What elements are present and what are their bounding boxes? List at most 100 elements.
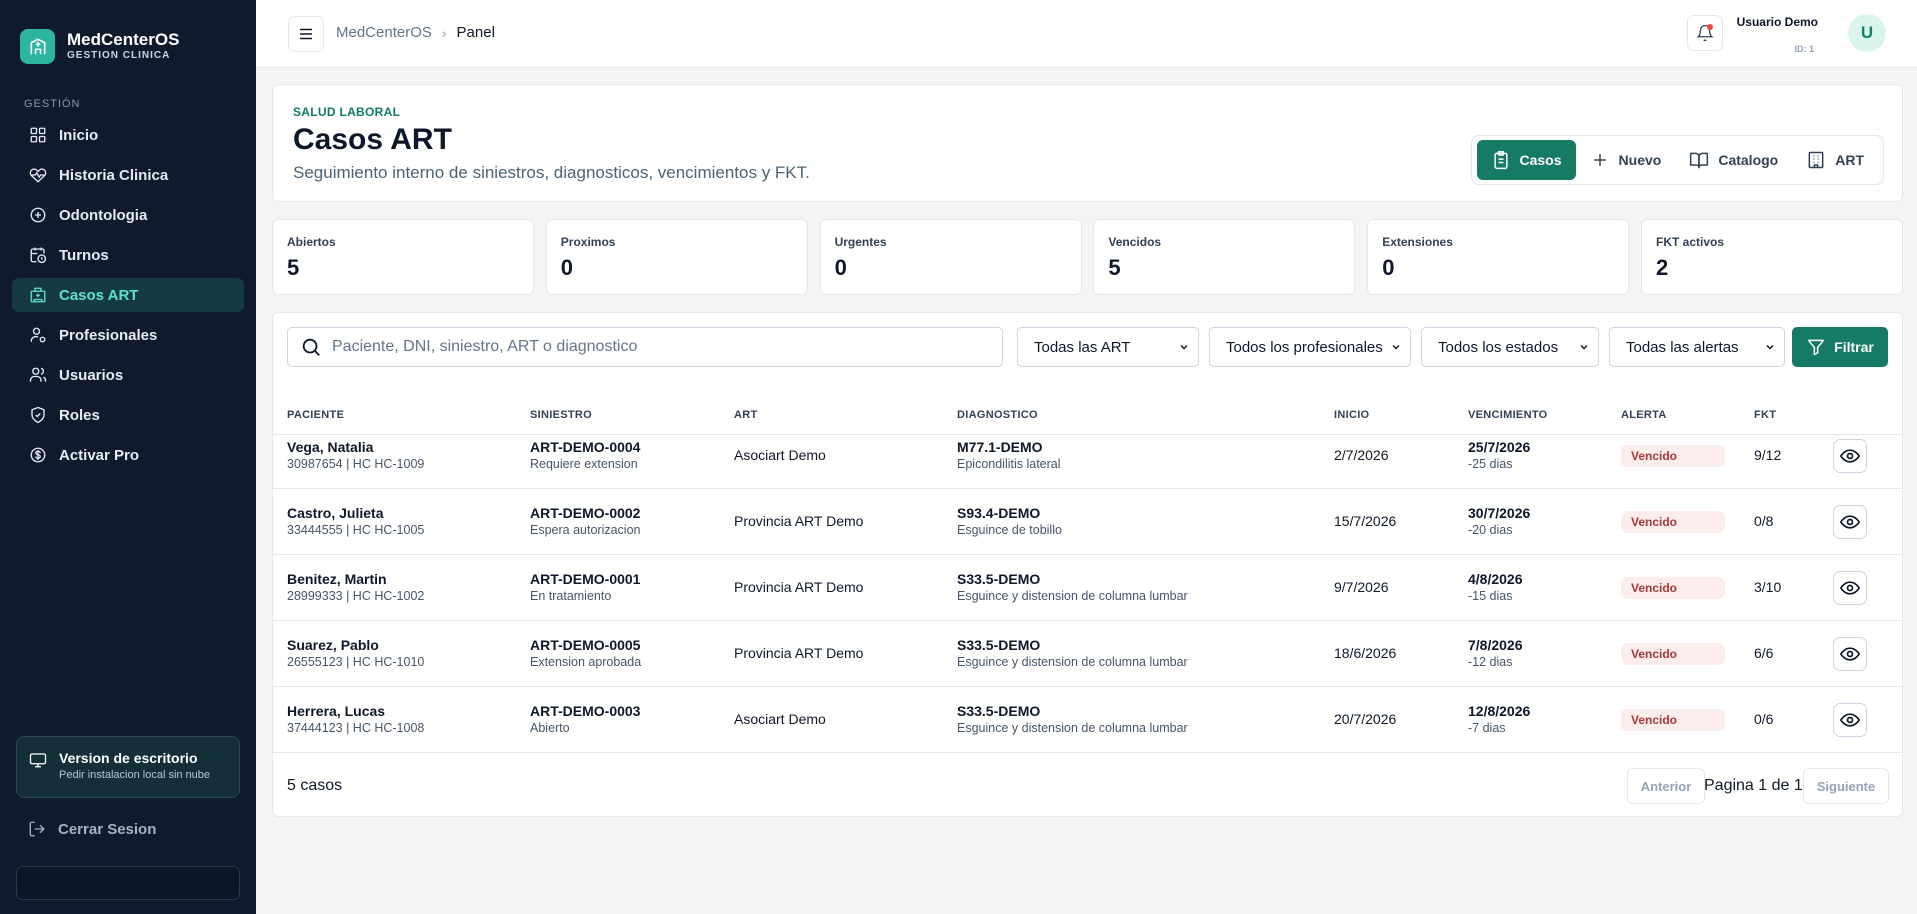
stat-label: Abiertos — [287, 235, 336, 249]
sidebar-item-label: Roles — [59, 406, 100, 424]
paciente-meta: 37444123 | HC HC-1008 — [287, 721, 425, 735]
th-inicio: INICIO — [1334, 409, 1370, 421]
sidebar-item-label: Profesionales — [59, 326, 158, 344]
case-count: 5 casos — [287, 777, 343, 794]
view-case-button[interactable] — [1833, 571, 1867, 605]
sidebar-item-odontologia[interactable]: Odontologia — [12, 198, 244, 232]
alerta-filter-select[interactable]: Todas las alertas — [1609, 327, 1785, 367]
logout-icon — [29, 821, 45, 837]
vencimiento-date: 4/8/2026 — [1468, 571, 1523, 587]
fkt-progress: 0/6 — [1754, 711, 1774, 727]
chevron-right-icon: › — [441, 24, 447, 41]
sidebar-item-inicio[interactable]: Inicio — [12, 118, 244, 152]
th-diagnostico: DIAGNOSTICO — [957, 409, 1038, 421]
sidebar-item-usuarios[interactable]: Usuarios — [12, 358, 244, 392]
prev-page-button[interactable]: Anterior — [1627, 768, 1705, 804]
status-badge: Vencido — [1621, 445, 1725, 467]
profesional-filter-value: Todos los profesionales — [1226, 338, 1383, 356]
inicio-date: 18/6/2026 — [1334, 645, 1397, 661]
siniestro-code: ART-DEMO-0003 — [530, 703, 641, 719]
table-row[interactable]: Castro, Julieta 33444555 | HC HC-1005 AR… — [273, 489, 1902, 555]
table-row[interactable]: Benitez, Martin 28999333 | HC HC-1002 AR… — [273, 555, 1902, 621]
sidebar-item-historia-clinica[interactable]: Historia Clinica — [12, 158, 244, 192]
search-input[interactable] — [332, 338, 972, 356]
stat-card-vencidos: Vencidos 5 — [1093, 219, 1356, 295]
table-row[interactable]: Herrera, Lucas 37444123 | HC HC-1008 ART… — [273, 687, 1902, 753]
tab-art[interactable]: ART — [1792, 140, 1878, 180]
profesional-filter-select[interactable]: Todos los profesionales — [1209, 327, 1411, 367]
view-case-button[interactable] — [1833, 439, 1867, 473]
filter-button-label: Filtrar — [1834, 339, 1874, 355]
art-name: Asociart Demo — [734, 447, 826, 463]
siniestro-status: Abierto — [530, 721, 570, 735]
chevron-down-icon — [1392, 344, 1400, 350]
tab-catalogo[interactable]: Catalogo — [1675, 140, 1792, 180]
diagnostico-desc: Epicondilitis lateral — [957, 457, 1061, 471]
tab-nuevo[interactable]: Nuevo — [1576, 140, 1676, 180]
stat-card-proximos: Proximos 0 — [545, 219, 808, 295]
siniestro-code: ART-DEMO-0001 — [530, 571, 641, 587]
eye-icon — [1840, 449, 1860, 463]
desktop-version-card[interactable]: Version de escritorio Pedir instalacion … — [16, 736, 240, 798]
filter-button[interactable]: Filtrar — [1792, 327, 1888, 367]
grid-icon — [30, 127, 46, 143]
status-badge: Vencido — [1621, 511, 1725, 533]
tab-casos[interactable]: Casos — [1476, 140, 1576, 180]
monitor-icon — [29, 753, 47, 768]
sidebar-item-casos-art[interactable]: Casos ART — [12, 278, 244, 312]
breadcrumb-root[interactable]: MedCenterOS — [336, 24, 432, 41]
sidebar-item-roles[interactable]: Roles — [12, 398, 244, 432]
sidebar-item-label: Activar Pro — [59, 446, 140, 464]
logout-button[interactable]: Cerrar Sesion — [28, 820, 156, 838]
sidebar-item-turnos[interactable]: Turnos — [12, 238, 244, 272]
sidebar-item-activar-pro[interactable]: Activar Pro — [12, 438, 244, 472]
page-eyebrow: SALUD LABORAL — [293, 105, 401, 119]
stat-card-abiertos: Abiertos 5 — [272, 219, 534, 295]
paciente-name: Suarez, Pablo — [287, 637, 379, 653]
tab-label: ART — [1835, 152, 1864, 168]
status-badge: Vencido — [1621, 577, 1725, 599]
stats-row: Abiertos 5 Proximos 0 Urgentes 0 Vencido… — [272, 219, 1903, 295]
menu-toggle-button[interactable] — [288, 16, 324, 52]
table-row[interactable]: Vega, Natalia 30987654 | HC HC-1009 ART-… — [273, 423, 1902, 489]
table-footer: 5 casos Anterior Pagina 1 de 1 Siguiente — [273, 753, 1902, 817]
paciente-meta: 26555123 | HC HC-1010 — [287, 655, 425, 669]
diagnostico-code: M77.1-DEMO — [957, 439, 1043, 455]
view-case-button[interactable] — [1833, 505, 1867, 539]
table-row[interactable]: Suarez, Pablo 26555123 | HC HC-1010 ART-… — [273, 621, 1902, 687]
hamburger-icon — [300, 28, 312, 40]
brand-logo-icon — [20, 28, 55, 64]
paciente-name: Castro, Julieta — [287, 505, 384, 521]
estado-filter-select[interactable]: Todos los estados — [1421, 327, 1599, 367]
stat-label: Vencidos — [1108, 235, 1162, 249]
th-art: ART — [734, 409, 758, 421]
brand: MedCenterOS GESTION CLINICA — [0, 0, 256, 72]
eye-icon — [1840, 647, 1860, 661]
stat-value: 0 — [560, 255, 574, 280]
sidebar-item-profesionales[interactable]: Profesionales — [12, 318, 244, 352]
notifications-button[interactable] — [1687, 15, 1723, 51]
vencimiento-date: 25/7/2026 — [1468, 439, 1531, 455]
view-case-button[interactable] — [1833, 703, 1867, 737]
paciente-name: Benitez, Martin — [287, 571, 387, 587]
avatar[interactable]: U — [1848, 14, 1886, 52]
art-filter-select[interactable]: Todas las ART — [1017, 327, 1199, 367]
page-subtitle: Seguimiento interno de siniestros, diagn… — [293, 163, 810, 182]
stat-label: FKT activos — [1655, 235, 1724, 249]
search-box — [287, 327, 1003, 367]
filters-bar: Todas las ART Todos los profesionales To… — [287, 327, 1888, 369]
art-filter-value: Todas las ART — [1034, 338, 1131, 356]
th-vencimiento: VENCIMIENTO — [1468, 409, 1548, 421]
page-title: Casos ART — [293, 123, 452, 156]
eye-icon — [1840, 713, 1860, 727]
alerta-filter-value: Todas las alertas — [1626, 338, 1739, 356]
view-case-button[interactable] — [1833, 637, 1867, 671]
page-indicator: Pagina 1 de 1 — [1704, 777, 1803, 794]
tab-label: Casos — [1519, 152, 1562, 168]
chevron-down-icon — [1580, 344, 1588, 350]
next-page-button[interactable]: Siguiente — [1803, 768, 1889, 804]
art-name: Provincia ART Demo — [734, 645, 864, 661]
users-icon — [29, 367, 47, 382]
th-fkt: FKT — [1754, 409, 1777, 421]
diagnostico-code: S93.4-DEMO — [957, 505, 1041, 521]
